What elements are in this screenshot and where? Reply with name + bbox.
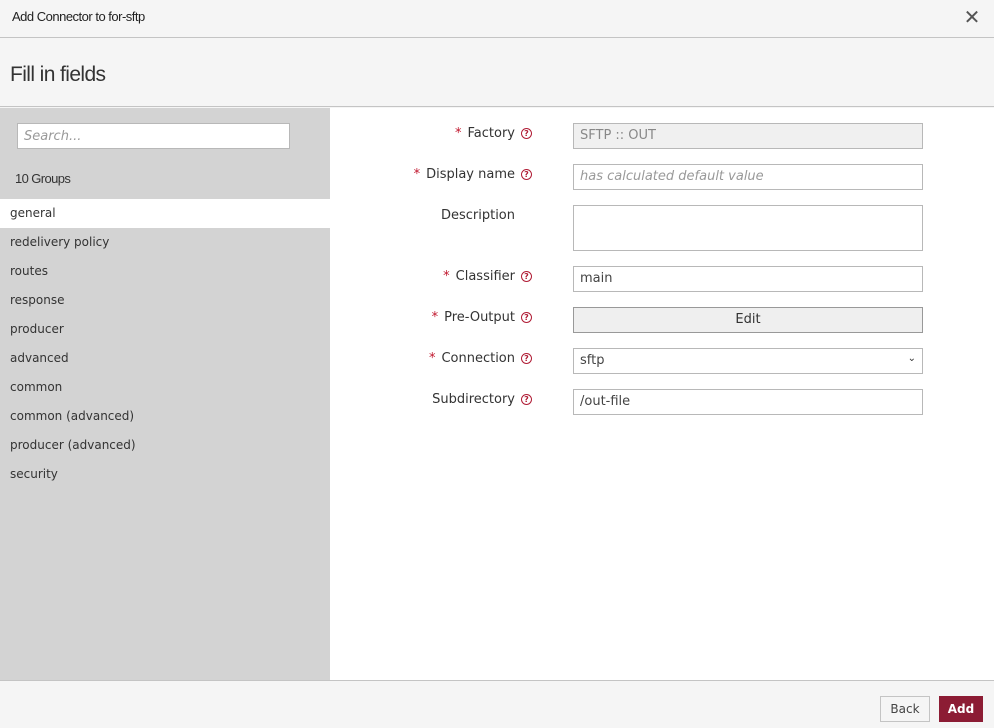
form-panel: * Factory? SFTP :: OUT * Display name? has… [330, 108, 994, 680]
subdirectory-input[interactable]: /out-file [573, 389, 923, 415]
required-marker: * [428, 351, 436, 366]
required-marker: * [443, 269, 450, 284]
group-item-producer[interactable]: producer [0, 315, 330, 344]
factory-label: * Factory? [455, 126, 532, 141]
display-name-label: * Display name? [414, 167, 532, 182]
page-header: Fill in fields [0, 39, 994, 107]
group-item-response[interactable]: response [0, 286, 330, 315]
group-item-routes[interactable]: routes [0, 257, 330, 286]
connection-label: * Connection? [429, 351, 532, 366]
dialog-titlebar: Add Connector to for-sftp ✕ [0, 0, 994, 38]
groups-sidebar: 10 Groups general redelivery policy rout… [0, 108, 330, 680]
required-marker: * [413, 167, 421, 182]
chevron-down-icon: ⌄ [907, 353, 916, 364]
factory-field: SFTP :: OUT [573, 123, 923, 149]
help-icon[interactable]: ? [521, 394, 532, 405]
classifier-label: * Classifier? [443, 269, 532, 284]
group-item-general[interactable]: general [0, 199, 330, 228]
pre-output-label: * Pre-Output? [432, 310, 532, 325]
group-list: general redelivery policy routes respons… [0, 199, 330, 489]
group-item-security[interactable]: security [0, 460, 330, 489]
add-button[interactable]: Add [939, 696, 983, 722]
required-marker: * [431, 310, 439, 325]
required-marker: * [455, 126, 462, 141]
page-title: Fill in fields [10, 63, 106, 86]
help-icon[interactable]: ? [521, 128, 532, 139]
classifier-input[interactable]: main [573, 266, 923, 292]
groups-count: 10 Groups [15, 171, 71, 186]
back-button[interactable]: Back [880, 696, 930, 722]
group-item-producer-advanced[interactable]: producer (advanced) [0, 431, 330, 460]
close-icon[interactable]: ✕ [962, 7, 982, 27]
dialog-title: Add Connector to for-sftp [12, 9, 145, 24]
help-icon[interactable]: ? [521, 312, 532, 323]
group-item-redelivery-policy[interactable]: redelivery policy [0, 228, 330, 257]
help-icon[interactable]: ? [521, 353, 532, 364]
search-input[interactable] [17, 123, 290, 149]
connection-value: sftp [580, 353, 605, 368]
display-name-input[interactable]: has calculated default value [573, 164, 923, 190]
connection-select[interactable]: sftp ⌄ [573, 348, 923, 374]
help-icon[interactable]: ? [521, 271, 532, 282]
description-label: Description [440, 208, 515, 223]
group-item-common-advanced[interactable]: common (advanced) [0, 402, 330, 431]
group-item-common[interactable]: common [0, 373, 330, 402]
dialog-footer: Back Add [0, 680, 994, 728]
description-textarea[interactable] [573, 205, 923, 251]
help-icon[interactable]: ? [521, 169, 532, 180]
pre-output-edit-button[interactable]: Edit [573, 307, 923, 333]
group-item-advanced[interactable]: advanced [0, 344, 330, 373]
subdirectory-label: Subdirectory? [432, 392, 532, 407]
